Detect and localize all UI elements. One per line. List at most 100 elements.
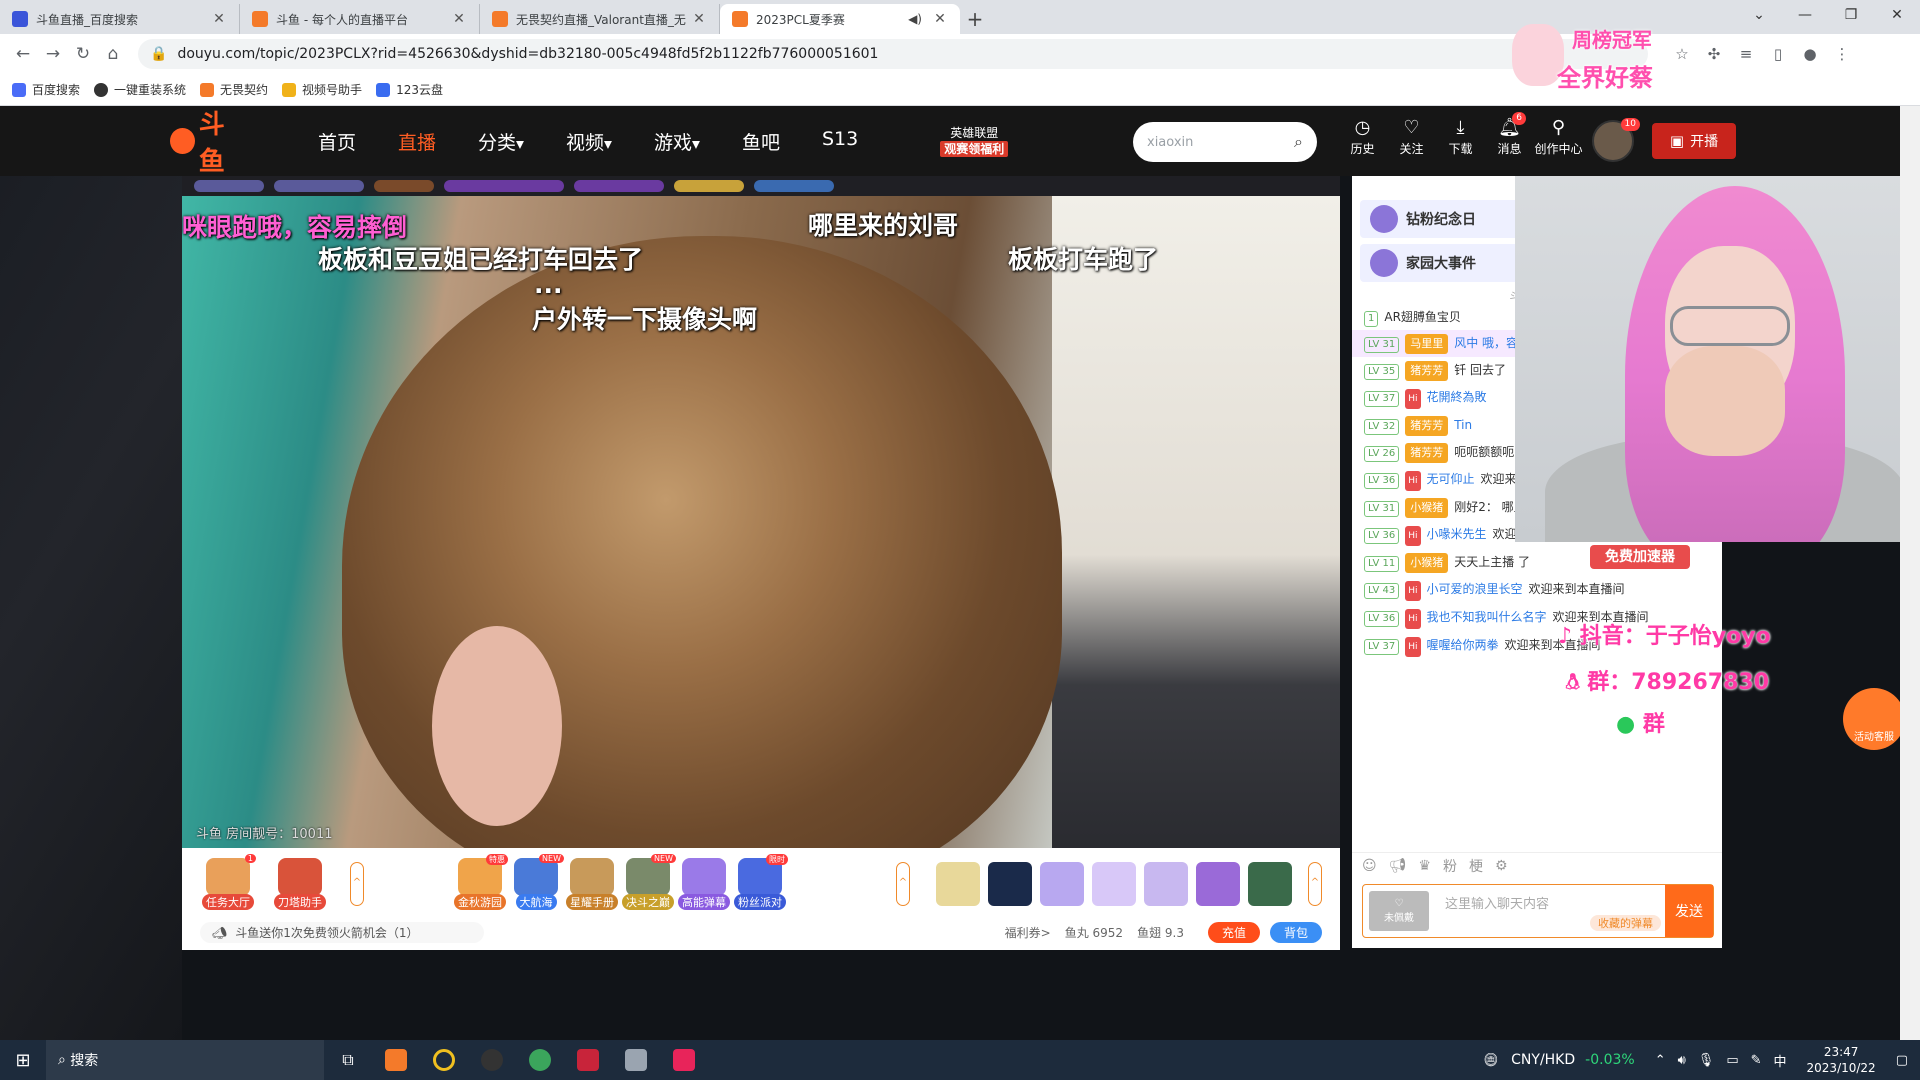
nav-live[interactable]: 直播 xyxy=(398,128,436,155)
gift-trophy-icon[interactable] xyxy=(1196,862,1240,906)
start-stream-button[interactable]: ▣ 开播 xyxy=(1652,123,1736,159)
gift-spaceship-icon[interactable] xyxy=(988,862,1032,906)
nav-home[interactable]: 首页 xyxy=(318,128,356,155)
volume-icon[interactable]: 🔊︎ xyxy=(1678,1053,1686,1068)
chrome-icon[interactable] xyxy=(516,1040,564,1080)
minimize-button[interactable]: — xyxy=(1782,0,1828,30)
bookmark[interactable]: 一键重装系统 xyxy=(94,81,186,98)
favorite-danmaku-button[interactable]: 收藏的弹幕 xyxy=(1590,915,1661,931)
browser-tab[interactable]: 斗鱼 - 每个人的直播平台 ✕ xyxy=(240,4,480,34)
lol-promo[interactable]: 英雄联盟 观赛领福利 xyxy=(940,125,1009,157)
bookmark[interactable]: 视频号助手 xyxy=(282,81,362,98)
tab-search-icon[interactable]: ⌄ xyxy=(1736,0,1782,30)
dota-helper-button[interactable]: 刀塔助手 xyxy=(270,858,330,910)
close-icon[interactable]: ✕ xyxy=(932,11,948,27)
pen-icon[interactable]: ✎ xyxy=(1751,1053,1762,1068)
sidepanel-icon[interactable]: ▯ xyxy=(1762,45,1794,63)
playlist-icon[interactable]: ≡ xyxy=(1730,45,1762,63)
gift-rocket-icon[interactable] xyxy=(936,862,980,906)
expand-gifts-button[interactable]: ^ xyxy=(1308,862,1322,906)
close-window-button[interactable]: ✕ xyxy=(1874,0,1920,30)
speaker-icon[interactable]: ◀) xyxy=(908,12,922,26)
home-icon[interactable]: ⌂ xyxy=(98,39,128,69)
app-pink-icon[interactable] xyxy=(660,1040,708,1080)
nav-game[interactable]: 游戏▾ xyxy=(654,128,700,155)
task-hall-button[interactable]: 1 任务大厅 xyxy=(198,854,258,910)
network-icon[interactable]: ▭ xyxy=(1726,1053,1738,1068)
menu-icon[interactable]: ⋮ xyxy=(1826,45,1858,63)
follow-button[interactable]: ♡ 关注 xyxy=(1387,116,1436,157)
info-chip[interactable] xyxy=(444,180,564,192)
info-chip[interactable] xyxy=(674,180,744,192)
gift-plane-icon[interactable] xyxy=(1040,862,1084,906)
user-avatar[interactable]: 10 xyxy=(1592,118,1640,162)
clock[interactable]: 23:47 2023/10/22 xyxy=(1807,1044,1876,1076)
message-button[interactable]: 6 🔔︎ 消息 xyxy=(1485,112,1534,157)
currency-pair[interactable]: CNY/HKD xyxy=(1511,1052,1575,1068)
info-chip[interactable] xyxy=(194,180,264,192)
welfare-link[interactable]: 福利券> xyxy=(1005,924,1051,941)
activity-service-button[interactable]: 活动客服 xyxy=(1843,688,1905,750)
send-button[interactable]: 发送 xyxy=(1665,885,1713,937)
history-button[interactable]: ◷ 历史 xyxy=(1338,116,1387,157)
free-rocket-notice[interactable]: 📣︎ 斗鱼送你1次免费领火箭机会（1） xyxy=(200,922,484,943)
expand-left-button[interactable]: ^ xyxy=(350,862,364,906)
app-red-icon[interactable] xyxy=(564,1040,612,1080)
url-input[interactable]: 🔒 douyu.com/topic/2023PCLX?rid=4526630&dy… xyxy=(138,39,1648,69)
taskbar-search[interactable]: ⌕ 搜索 xyxy=(46,1040,324,1080)
browser-tab[interactable]: 无畏契约直播_Valorant直播_无 ✕ xyxy=(480,4,720,34)
chat-input[interactable]: 这里输入聊天内容 收藏的弹幕 xyxy=(1435,885,1665,937)
username[interactable]: 小喙米先生 xyxy=(1427,527,1487,541)
meme-icon[interactable]: 梗 xyxy=(1469,856,1483,876)
search-icon[interactable]: ⌕ xyxy=(1294,132,1303,152)
bookmark[interactable]: 无畏契约 xyxy=(200,81,268,98)
more-icon[interactable]: ⚙ xyxy=(1495,858,1508,874)
creator-center-button[interactable]: ⚲ 创作中心 xyxy=(1534,116,1583,157)
bag-button[interactable]: 背包 xyxy=(1269,922,1322,943)
browser-tab-active[interactable]: 2023PCL夏季赛 ◀) ✕ xyxy=(720,4,960,34)
circle-app-icon[interactable] xyxy=(420,1040,468,1080)
profile-icon[interactable]: ● xyxy=(1794,45,1826,63)
bookmark[interactable]: 123云盘 xyxy=(376,81,443,98)
fan-badge-selector[interactable]: ♡ 未佩戴 xyxy=(1369,891,1429,931)
activity-item[interactable]: 特惠 金秋游园 xyxy=(450,854,510,910)
puzzle-icon[interactable]: ✣ xyxy=(1698,45,1730,63)
close-icon[interactable]: ✕ xyxy=(211,11,227,27)
forward-icon[interactable]: → xyxy=(38,39,68,69)
search-input[interactable]: xiaoxin ⌕ xyxy=(1133,122,1317,162)
close-icon[interactable]: ✕ xyxy=(691,11,707,27)
ime-indicator[interactable]: 中 xyxy=(1774,1051,1787,1070)
username[interactable]: 花開終為敗 xyxy=(1427,390,1487,404)
gift-crystal-icon[interactable] xyxy=(1092,862,1136,906)
douyu-app-icon[interactable] xyxy=(372,1040,420,1080)
chevron-up-icon[interactable]: ⌃ xyxy=(1655,1053,1666,1068)
activity-item[interactable]: 星耀手册 xyxy=(562,858,622,910)
info-chip[interactable] xyxy=(574,180,664,192)
back-icon[interactable]: ← xyxy=(8,39,38,69)
page-scrollbar[interactable] xyxy=(1900,106,1920,1040)
username[interactable]: 我也不知我叫什么名字 xyxy=(1427,610,1547,624)
activity-item[interactable]: 高能弹幕 xyxy=(674,858,734,910)
activity-item[interactable]: 限时 粉丝派对 xyxy=(730,854,790,910)
username[interactable]: 喔喔给你两拳 xyxy=(1427,638,1499,652)
broadcast-icon[interactable]: 📢︎ xyxy=(1389,858,1407,874)
mic-icon[interactable]: 🎙︎ xyxy=(1698,1053,1715,1068)
video-player[interactable]: 咪眼跑哦，容易摔倒 哪里来的刘哥 板板和豆豆姐已经打车回去了 板板打车跑了 ..… xyxy=(182,196,1340,848)
download-button[interactable]: ⤓ 下载 xyxy=(1436,116,1485,157)
nav-s13[interactable]: S13 xyxy=(822,128,858,155)
emoji-icon[interactable]: ☺ xyxy=(1362,858,1377,874)
windows-start-icon[interactable]: ⊞ xyxy=(0,1050,46,1071)
nav-video[interactable]: 视频▾ xyxy=(566,128,612,155)
gift-badge-icon[interactable] xyxy=(1144,862,1188,906)
nav-yuba[interactable]: 鱼吧 xyxy=(742,128,780,155)
expand-activities-button[interactable]: ^ xyxy=(896,862,910,906)
username[interactable]: 小可爱的浪里长空 xyxy=(1427,582,1523,596)
obs-icon[interactable] xyxy=(468,1040,516,1080)
fans-icon[interactable]: 粉 xyxy=(1443,856,1457,876)
activity-item[interactable]: NEW 决斗之巅 xyxy=(618,854,678,910)
nav-category[interactable]: 分类▾ xyxy=(478,128,524,155)
task-view-icon[interactable]: ⧉ xyxy=(324,1040,372,1080)
username[interactable]: 无可仰止 xyxy=(1427,472,1475,486)
reload-icon[interactable]: ↻ xyxy=(68,39,98,69)
gift-card-icon[interactable] xyxy=(1248,862,1292,906)
